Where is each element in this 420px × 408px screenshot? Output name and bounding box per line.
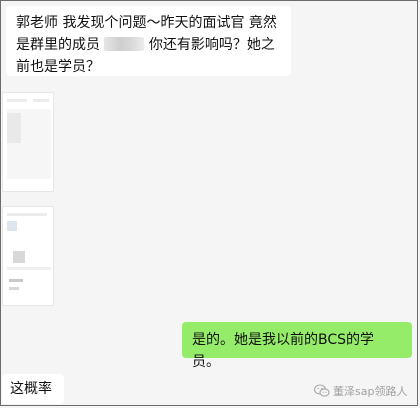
message-bubble-incoming[interactable]: 这概率 [2, 374, 64, 404]
message-bubble-incoming[interactable]: 郭老师 我发现个问题～昨天的面试官 竟然是群里的成员 你还有影响吗？她之前也是学… [6, 6, 291, 76]
wechat-icon [314, 384, 330, 398]
message-text: 这概率 [10, 381, 52, 397]
redacted-name [104, 37, 145, 51]
image-message-thumbnail[interactable] [2, 206, 54, 306]
image-message-thumbnail[interactable] [2, 92, 54, 192]
watermark-text: 董泽sap领路人 [333, 385, 408, 398]
message-bubble-outgoing[interactable]: 是的。她是我以前的BCS的学员。 [182, 322, 412, 370]
watermark: 董泽sap领路人 [314, 382, 407, 400]
